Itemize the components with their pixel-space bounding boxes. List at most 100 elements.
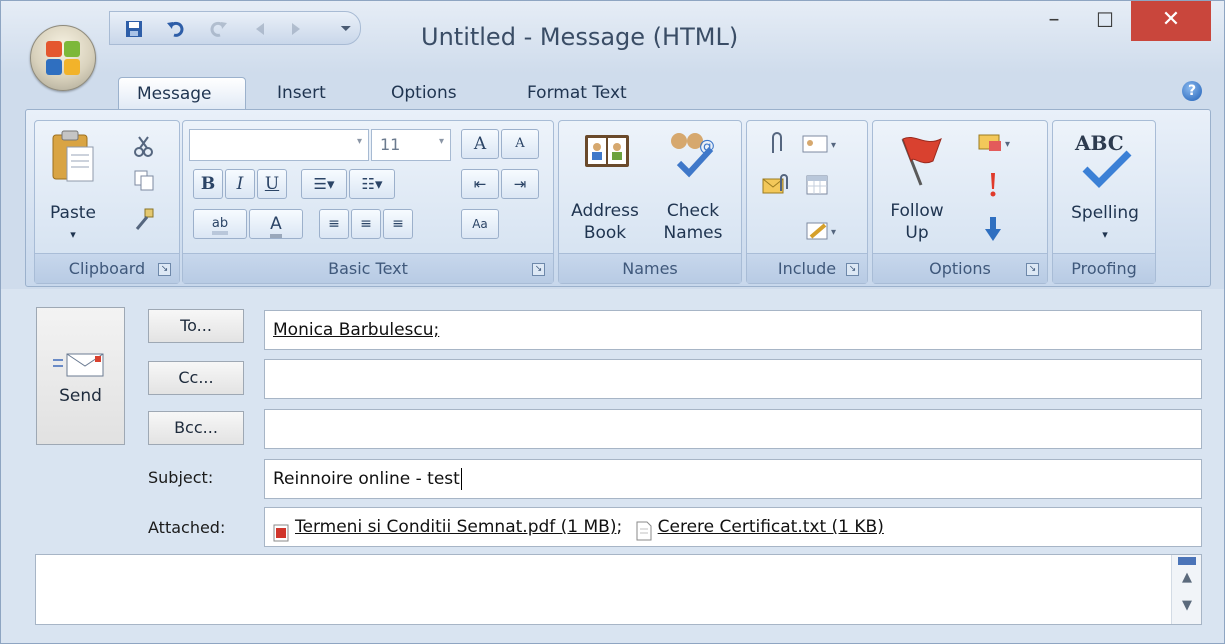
text-cursor xyxy=(460,468,462,490)
check-names-icon[interactable]: @ xyxy=(665,127,719,179)
spelling-button[interactable]: Spelling xyxy=(1055,203,1155,224)
check-names-label-2[interactable]: Names xyxy=(655,223,731,244)
undo-icon[interactable] xyxy=(166,19,186,39)
attached-label: Attached: xyxy=(148,518,226,537)
high-importance-icon[interactable] xyxy=(983,171,1003,199)
clipboard-dialog-launcher[interactable]: ↘ xyxy=(158,263,171,276)
attach-file-icon[interactable] xyxy=(765,131,787,157)
send-button[interactable]: Send xyxy=(36,307,125,445)
cc-field[interactable] xyxy=(264,359,1202,399)
paste-icon[interactable] xyxy=(49,129,97,187)
address-book-icon[interactable] xyxy=(583,131,631,171)
align-center-icon[interactable]: ≡ xyxy=(351,209,381,239)
numbering-icon[interactable]: ☷▾ xyxy=(349,169,395,199)
font-color-label: A xyxy=(270,214,282,238)
window-title: Untitled - Message (HTML) xyxy=(421,23,739,51)
to-field[interactable]: Monica Barbulescu; xyxy=(264,310,1202,350)
help-icon[interactable]: ? xyxy=(1182,81,1202,101)
bold-button[interactable]: B xyxy=(193,169,223,199)
attachment-txt[interactable]: Cerere Certificat.txt (1 KB) xyxy=(658,517,884,537)
to-recipient[interactable]: Monica Barbulescu; xyxy=(273,320,439,340)
previous-icon[interactable] xyxy=(250,19,270,39)
subject-label: Subject: xyxy=(148,468,214,487)
tab-options[interactable]: Options xyxy=(373,77,475,111)
follow-up-label-1[interactable]: Follow xyxy=(877,201,957,222)
subject-field[interactable]: Reinnoire online - test xyxy=(264,459,1202,499)
text-file-icon xyxy=(636,517,652,541)
grow-font-button[interactable]: A xyxy=(461,129,499,159)
bcc-field[interactable] xyxy=(264,409,1202,449)
font-size-value: 11 xyxy=(380,135,401,154)
office-logo-icon xyxy=(46,41,82,77)
align-left-icon[interactable]: ≡ xyxy=(319,209,349,239)
address-book-label-1[interactable]: Address xyxy=(567,201,643,222)
font-name-select[interactable]: ▾ xyxy=(189,129,369,161)
ribbon: Paste ▾ Clipboard ↘ ▾ 11 ▾ A A B I U ☰▾ … xyxy=(25,109,1211,287)
italic-button[interactable]: I xyxy=(225,169,255,199)
align-right-icon[interactable]: ≡ xyxy=(383,209,413,239)
decrease-indent-icon[interactable]: ⇤ xyxy=(461,169,499,199)
send-label: Send xyxy=(59,386,102,406)
format-painter-icon[interactable] xyxy=(133,207,155,231)
highlight-label: ab xyxy=(211,216,229,235)
tab-format-text[interactable]: Format Text xyxy=(509,77,645,111)
options-dialog-launcher[interactable]: ↘ xyxy=(1026,263,1039,276)
paste-dropdown-icon[interactable]: ▾ xyxy=(41,224,105,245)
font-size-dropdown-icon[interactable]: ▾ xyxy=(439,136,444,147)
pdf-icon xyxy=(273,518,289,542)
next-icon[interactable] xyxy=(286,19,306,39)
minimize-button[interactable]: – xyxy=(1031,1,1077,41)
shrink-font-button[interactable]: A xyxy=(501,129,539,159)
group-basic-text: ▾ 11 ▾ A A B I U ☰▾ ☷▾ ⇤ ⇥ ab A ≡ ≡ ≡ Aa… xyxy=(182,120,554,284)
scroll-up-icon[interactable]: ▲ xyxy=(1178,571,1196,585)
attach-item-icon[interactable] xyxy=(761,173,791,197)
group-options: Follow Up ▾ Options ↘ xyxy=(872,120,1048,284)
spelling-dropdown-icon[interactable]: ▾ xyxy=(1055,224,1155,245)
follow-up-label-2[interactable]: Up xyxy=(877,223,957,244)
office-button[interactable] xyxy=(30,25,96,91)
attachments-field[interactable]: Termeni si Conditii Semnat.pdf (1 MB); C… xyxy=(264,507,1202,547)
calendar-icon[interactable] xyxy=(805,173,829,197)
scroll-down-icon[interactable]: ▼ xyxy=(1178,599,1196,613)
cc-button[interactable]: Cc... xyxy=(148,361,244,395)
group-clipboard: Paste ▾ Clipboard ↘ xyxy=(34,120,180,284)
tab-message[interactable]: Message xyxy=(118,77,246,111)
svg-text:▾: ▾ xyxy=(831,140,836,151)
follow-up-flag-icon[interactable] xyxy=(891,131,947,189)
styles-icon[interactable]: Aa xyxy=(461,209,499,239)
scroll-split-handle[interactable] xyxy=(1178,557,1196,565)
highlight-button[interactable]: ab xyxy=(193,209,247,239)
body-scrollbar[interactable]: ▲ ▼ xyxy=(1171,555,1201,624)
bullets-icon[interactable]: ☰▾ xyxy=(301,169,347,199)
font-size-select[interactable]: 11 ▾ xyxy=(371,129,451,161)
to-button[interactable]: To... xyxy=(148,309,244,343)
attachment-pdf[interactable]: Termeni si Conditii Semnat.pdf (1 MB) xyxy=(295,517,616,537)
tab-insert[interactable]: Insert xyxy=(259,77,344,111)
increase-indent-icon[interactable]: ⇥ xyxy=(501,169,539,199)
address-book-label-2[interactable]: Book xyxy=(567,223,643,244)
customize-icon[interactable]: ⏷ xyxy=(336,19,356,39)
message-body[interactable] xyxy=(35,554,1202,625)
paste-button[interactable]: Paste xyxy=(41,203,105,224)
font-name-dropdown-icon[interactable]: ▾ xyxy=(357,136,362,147)
redo-icon[interactable] xyxy=(208,19,228,39)
maximize-button[interactable]: ☐ xyxy=(1082,1,1128,41)
check-names-label-1[interactable]: Check xyxy=(655,201,731,222)
low-importance-icon[interactable] xyxy=(983,215,1003,243)
font-color-button[interactable]: A xyxy=(249,209,303,239)
cut-icon[interactable] xyxy=(133,135,155,157)
close-button[interactable]: ✕ xyxy=(1131,1,1211,41)
categorize-icon[interactable]: ▾ xyxy=(977,131,1017,155)
business-card-icon[interactable]: ▾ xyxy=(801,133,841,155)
attachment-separator: ; xyxy=(616,517,623,537)
signature-icon[interactable]: ▾ xyxy=(805,219,845,243)
spelling-icon[interactable]: ABC xyxy=(1071,131,1141,189)
bcc-button[interactable]: Bcc... xyxy=(148,411,244,445)
basic-text-dialog-launcher[interactable]: ↘ xyxy=(532,263,545,276)
include-dialog-launcher[interactable]: ↘ xyxy=(846,263,859,276)
underline-button[interactable]: U xyxy=(257,169,287,199)
title-bar: ⏷ Untitled - Message (HTML) – ☐ ✕ xyxy=(1,1,1224,73)
save-icon[interactable] xyxy=(124,19,144,39)
copy-icon[interactable] xyxy=(133,169,155,191)
quick-access-toolbar: ⏷ xyxy=(109,11,361,45)
